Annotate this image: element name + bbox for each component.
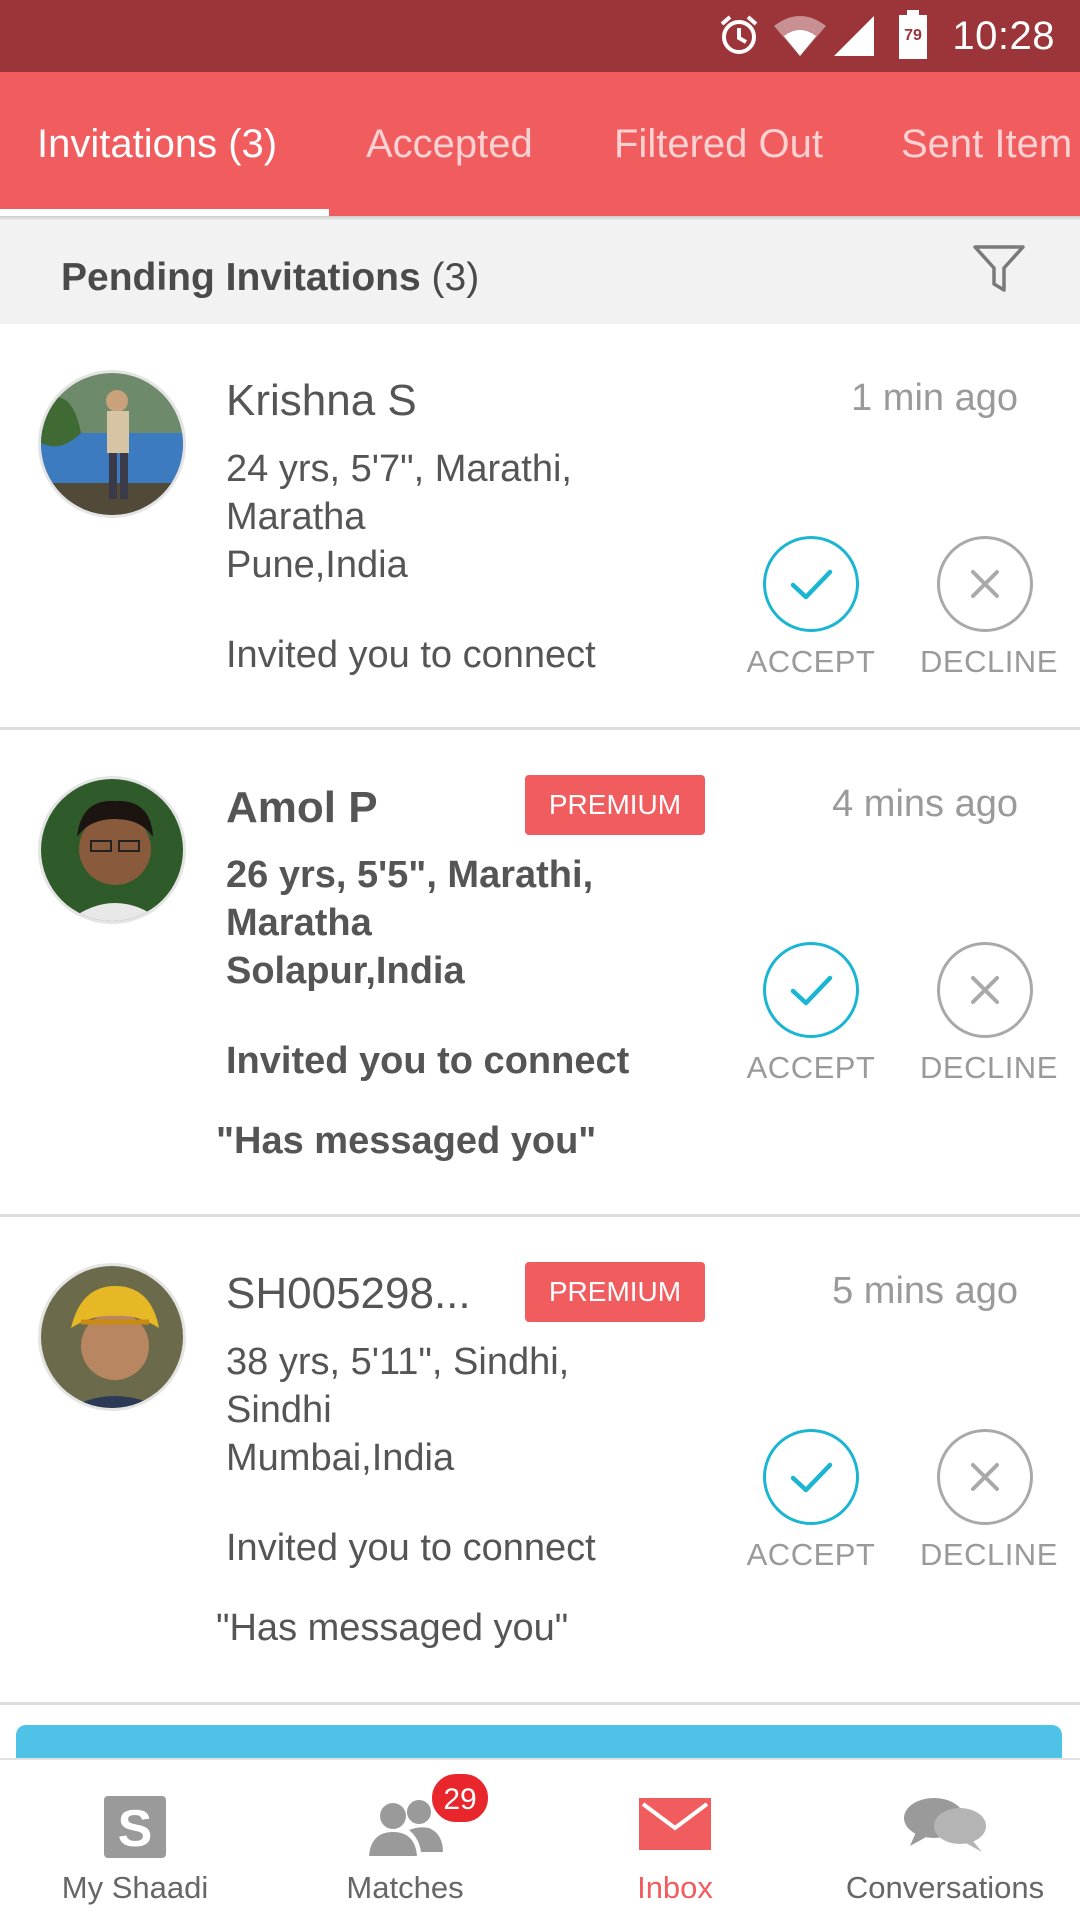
nav-my-shaadi[interactable]: S My Shaadi bbox=[0, 1760, 270, 1920]
profile-name[interactable]: SH005298... bbox=[226, 1269, 471, 1319]
invite-text: Invited you to connect bbox=[226, 1040, 630, 1082]
check-icon bbox=[763, 536, 859, 632]
tab-bar: Invitations (3) Accepted Filtered Out Se… bbox=[0, 72, 1080, 216]
profile-location: Pune,India bbox=[226, 544, 408, 586]
shaadi-logo-icon: S bbox=[102, 1794, 168, 1865]
profile-name[interactable]: Krishna S bbox=[226, 376, 417, 426]
check-icon bbox=[763, 942, 859, 1038]
invitation-time: 4 mins ago bbox=[832, 783, 1018, 825]
battery-level: 79 bbox=[904, 27, 922, 44]
avatar[interactable] bbox=[38, 370, 186, 518]
accept-button[interactable]: ACCEPT bbox=[746, 1429, 876, 1573]
accept-button[interactable]: ACCEPT bbox=[746, 942, 876, 1086]
alarm-icon bbox=[716, 12, 762, 63]
section-title: Pending Invitations (3) bbox=[61, 256, 479, 300]
message-note: "Has messaged you" bbox=[216, 1607, 569, 1649]
section-title-label: Pending Invitations bbox=[61, 256, 421, 299]
profile-age-height-language: 26 yrs, 5'5", Marathi, bbox=[226, 854, 594, 896]
premium-badge: PREMIUM bbox=[525, 1262, 705, 1322]
section-count: (3) bbox=[431, 256, 480, 299]
active-tab-indicator bbox=[0, 209, 329, 216]
tab-sent-items[interactable]: Sent Item bbox=[901, 72, 1072, 216]
close-icon bbox=[937, 536, 1033, 632]
close-icon bbox=[937, 942, 1033, 1038]
profile-name[interactable]: Amol P bbox=[226, 783, 378, 833]
check-icon bbox=[763, 1429, 859, 1525]
close-icon bbox=[937, 1429, 1033, 1525]
profile-details: 24 yrs, 5'7", Marathi, Maratha Pune,Indi… bbox=[226, 445, 746, 589]
bottom-navigation: S My Shaadi Matches Inbox Conversations bbox=[0, 1758, 1080, 1920]
wifi-icon bbox=[772, 14, 828, 63]
invitation-card[interactable]: Krishna S 1 min ago 24 yrs, 5'7", Marath… bbox=[0, 324, 1080, 730]
avatar[interactable] bbox=[38, 776, 186, 924]
profile-age-height-language: 24 yrs, 5'7", Marathi, bbox=[226, 448, 572, 490]
nav-label: Inbox bbox=[637, 1870, 713, 1905]
decline-label: DECLINE bbox=[920, 644, 1058, 679]
invitation-time: 5 mins ago bbox=[832, 1270, 1018, 1312]
decline-label: DECLINE bbox=[920, 1537, 1058, 1572]
matches-count-badge: 29 bbox=[430, 1772, 490, 1824]
profile-location: Mumbai,India bbox=[226, 1437, 455, 1479]
accept-button[interactable]: ACCEPT bbox=[746, 536, 876, 680]
accept-label: ACCEPT bbox=[746, 1050, 876, 1085]
svg-text:S: S bbox=[118, 1800, 153, 1858]
decline-button[interactable]: DECLINE bbox=[920, 536, 1058, 680]
nav-inbox[interactable]: Inbox bbox=[540, 1760, 810, 1920]
filter-icon[interactable] bbox=[972, 244, 1026, 299]
nav-label: Matches bbox=[346, 1870, 464, 1905]
profile-location: Solapur,India bbox=[226, 950, 465, 992]
avatar[interactable] bbox=[38, 1263, 186, 1411]
invite-text: Invited you to connect bbox=[226, 1527, 596, 1569]
accept-label: ACCEPT bbox=[746, 1537, 876, 1572]
section-header: Pending Invitations (3) bbox=[0, 220, 1080, 324]
profile-community: Sindhi bbox=[226, 1389, 332, 1431]
invitation-card[interactable]: Amol P PREMIUM 4 mins ago 26 yrs, 5'5", … bbox=[0, 730, 1080, 1217]
profile-community: Maratha bbox=[226, 496, 366, 538]
clock: 10:28 bbox=[952, 14, 1055, 58]
status-bar: 79 10:28 bbox=[0, 0, 1080, 72]
nav-label: My Shaadi bbox=[61, 1870, 209, 1905]
decline-label: DECLINE bbox=[920, 1050, 1058, 1085]
invitation-time: 1 min ago bbox=[851, 377, 1018, 419]
tab-invitations[interactable]: Invitations (3) bbox=[37, 72, 277, 216]
nav-conversations[interactable]: Conversations bbox=[810, 1760, 1080, 1920]
profile-community: Maratha bbox=[226, 902, 372, 944]
profile-age-height-language: 38 yrs, 5'11", Sindhi, bbox=[226, 1341, 570, 1383]
tab-accepted[interactable]: Accepted bbox=[366, 72, 533, 216]
decline-button[interactable]: DECLINE bbox=[920, 1429, 1058, 1573]
profile-details: 38 yrs, 5'11", Sindhi, Sindhi Mumbai,Ind… bbox=[226, 1338, 746, 1482]
invitation-card[interactable]: SH005298... PREMIUM 5 mins ago 38 yrs, 5… bbox=[0, 1217, 1080, 1705]
chat-bubbles-icon bbox=[902, 1794, 988, 1861]
accept-label: ACCEPT bbox=[746, 644, 876, 679]
invite-text: Invited you to connect bbox=[226, 634, 596, 676]
premium-badge: PREMIUM bbox=[525, 775, 705, 835]
message-note: "Has messaged you" bbox=[216, 1120, 597, 1162]
tab-filtered-out[interactable]: Filtered Out bbox=[614, 72, 823, 216]
signal-icon bbox=[832, 14, 876, 63]
nav-label: Conversations bbox=[845, 1870, 1045, 1905]
nav-matches[interactable]: Matches bbox=[270, 1760, 540, 1920]
decline-button[interactable]: DECLINE bbox=[920, 942, 1058, 1086]
profile-details: 26 yrs, 5'5", Marathi, Maratha Solapur,I… bbox=[226, 851, 746, 995]
envelope-icon bbox=[639, 1794, 711, 1859]
